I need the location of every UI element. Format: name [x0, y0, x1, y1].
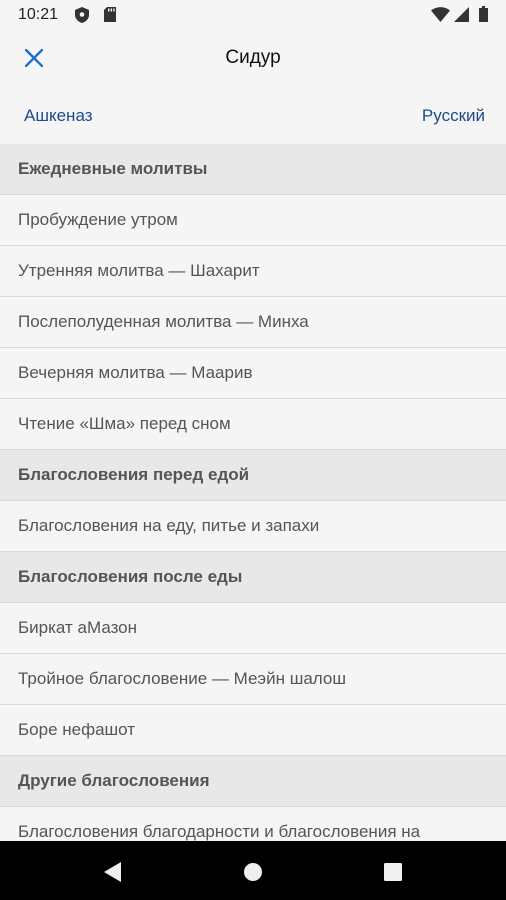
- section-header-label: Ежедневные молитвы: [18, 159, 208, 178]
- list-item-label: Пробуждение утром: [18, 210, 178, 229]
- recents-icon: [384, 863, 402, 881]
- back-icon: [104, 862, 121, 882]
- list-item[interactable]: Вечерняя молитва — Маарив: [0, 348, 506, 399]
- list-item-label: Тройное благословение — Меэйн шалош: [18, 669, 347, 688]
- section-header-label: Благословения после еды: [18, 567, 243, 586]
- language-selector[interactable]: Русский: [422, 106, 485, 126]
- list-item-label: Послеполуденная молитва — Минха: [18, 312, 309, 331]
- prayer-list: Ежедневные молитвы Пробуждение утром Утрен…: [0, 144, 506, 841]
- navigation-bar: [0, 841, 506, 900]
- sd-card-icon: [104, 7, 116, 27]
- page-title: Сидур: [225, 47, 281, 68]
- home-button[interactable]: [241, 860, 265, 884]
- status-bar: 10:21: [0, 0, 506, 30]
- back-button[interactable]: [100, 860, 124, 884]
- section-header: Ежедневные молитвы: [0, 144, 506, 195]
- list-item[interactable]: Послеполуденная молитва — Минха: [0, 297, 506, 348]
- list-item-label: Биркат аМазон: [18, 618, 138, 637]
- list-item-label: Вечерняя молитва — Маарив: [18, 363, 253, 382]
- list-item-label: Благословения благодарности и благослове…: [18, 822, 421, 841]
- list-item[interactable]: Утренняя молитва — Шахарит: [0, 246, 506, 297]
- list-item-label: Чтение «Шма» перед сном: [18, 414, 231, 433]
- shield-icon: [75, 7, 89, 28]
- section-header-label: Другие благословения: [18, 771, 210, 790]
- list-item[interactable]: Чтение «Шма» перед сном: [0, 399, 506, 450]
- list-item-label: Боре нефашот: [18, 720, 136, 739]
- options-bar: Ашкеназ Русский: [0, 86, 506, 144]
- signal-icon: [454, 7, 469, 27]
- wifi-icon: [431, 7, 450, 27]
- section-header: Благословения после еды: [0, 552, 506, 603]
- list-item-label: Благословения на еду, питье и запахи: [18, 516, 320, 535]
- section-header-label: Благословения перед едой: [18, 465, 250, 484]
- list-item[interactable]: Пробуждение утром: [0, 195, 506, 246]
- list-item[interactable]: Боре нефашот: [0, 705, 506, 756]
- list-item[interactable]: Тройное благословение — Меэйн шалош: [0, 654, 506, 705]
- app-bar: Сидур: [0, 30, 506, 86]
- home-icon: [244, 863, 262, 881]
- list-item[interactable]: Благословения благодарности и благослове…: [0, 807, 506, 841]
- list-item[interactable]: Благословения на еду, питье и запахи: [0, 501, 506, 552]
- battery-icon: [479, 6, 488, 27]
- section-header: Благословения перед едой: [0, 450, 506, 501]
- status-time: 10:21: [18, 6, 59, 23]
- recents-button[interactable]: [381, 860, 405, 884]
- rite-selector[interactable]: Ашкеназ: [24, 106, 93, 126]
- list-item[interactable]: Биркат аМазон: [0, 603, 506, 654]
- list-item-label: Утренняя молитва — Шахарит: [18, 261, 260, 280]
- section-header: Другие благословения: [0, 756, 506, 807]
